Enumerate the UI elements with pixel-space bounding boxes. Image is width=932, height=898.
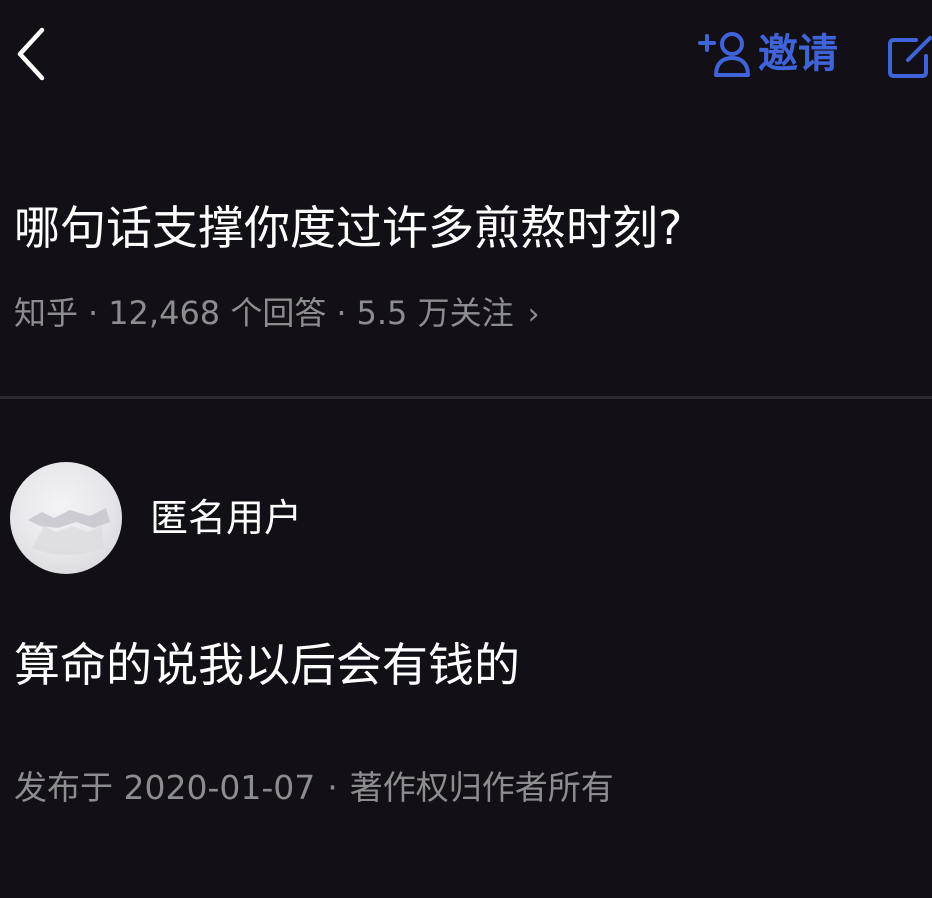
top-nav-bar: 邀请	[0, 0, 932, 110]
author-name: 匿名用户	[150, 496, 303, 540]
meta-separator: ·	[336, 294, 347, 332]
publish-date: 发布于 2020-01-07	[14, 768, 316, 807]
meta-separator: ·	[88, 294, 99, 332]
answers-count: 12,468 个回答	[108, 294, 327, 332]
invite-button[interactable]: 邀请	[696, 26, 838, 82]
question-source: 知乎	[14, 294, 79, 332]
edit-button[interactable]	[886, 34, 932, 78]
invite-label: 邀请	[758, 31, 838, 77]
edit-icon	[888, 36, 932, 78]
question-title[interactable]: 哪句话支撑你度过许多煎熬时刻?	[14, 190, 682, 266]
answer-content[interactable]: 算命的说我以后会有钱的	[14, 630, 520, 700]
followers-count: 5.5 万关注	[356, 294, 514, 332]
question-meta[interactable]: 知乎 · 12,468 个回答 · 5.5 万关注 ›	[14, 288, 540, 340]
answer-footer: 发布于 2020-01-07 · 著作权归作者所有	[14, 762, 614, 814]
chevron-right-icon: ›	[527, 297, 540, 332]
footer-separator: ·	[327, 768, 338, 807]
add-person-icon	[698, 32, 750, 77]
anonymous-avatar-icon	[28, 508, 110, 555]
section-divider	[0, 396, 932, 399]
copyright-notice: 著作权归作者所有	[349, 768, 614, 807]
chevron-left-icon	[17, 27, 45, 81]
back-button[interactable]	[8, 24, 52, 84]
author-row[interactable]: 匿名用户	[10, 460, 302, 576]
avatar[interactable]	[10, 462, 122, 574]
